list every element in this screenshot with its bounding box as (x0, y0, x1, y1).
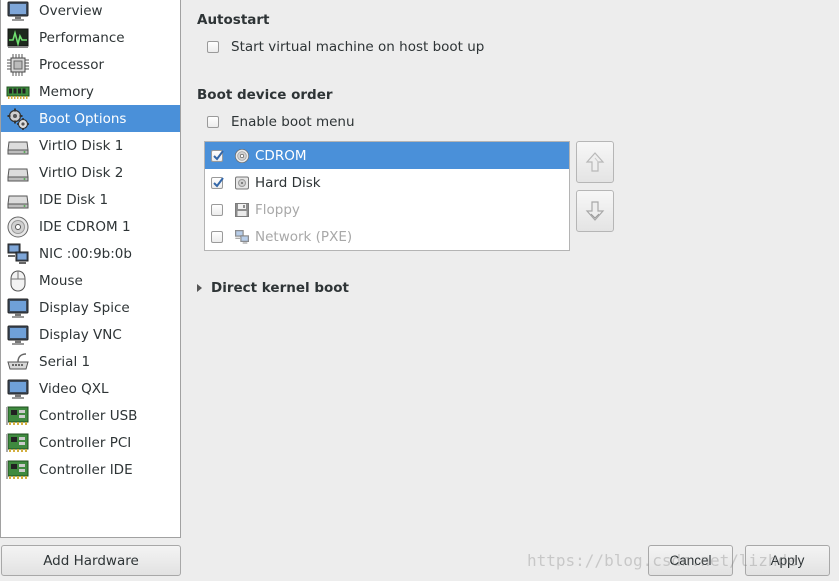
sidebar-item[interactable]: IDE Disk 1 (1, 186, 180, 213)
floppy-icon (234, 202, 250, 218)
sidebar-item[interactable]: Boot Options (1, 105, 180, 132)
controller-icon (6, 431, 30, 455)
monitor-icon (6, 296, 30, 320)
move-up-button[interactable] (576, 141, 614, 183)
cdrom-icon (6, 215, 30, 239)
mouse-icon (6, 269, 30, 293)
disk-icon (6, 161, 30, 185)
sidebar-item-label: IDE CDROM 1 (39, 218, 131, 235)
cancel-button[interactable]: Cancel (648, 545, 733, 576)
boot-device-checkbox[interactable] (211, 230, 223, 243)
sidebar-item-label: IDE Disk 1 (39, 191, 109, 208)
sidebar-item-label: Boot Options (39, 110, 127, 127)
processor-icon (6, 53, 30, 77)
arrow-up-icon (585, 152, 605, 172)
cdrom-icon (234, 148, 250, 164)
controller-icon (6, 404, 30, 428)
disk-icon (6, 134, 30, 158)
network-icon (6, 242, 30, 266)
sidebar-item[interactable]: IDE CDROM 1 (1, 213, 180, 240)
boot-options-icon (6, 107, 30, 131)
move-down-button[interactable] (576, 190, 614, 232)
disk-icon (6, 188, 30, 212)
sidebar-item[interactable]: NIC :00:9b:0b (1, 240, 180, 267)
autostart-heading: Autostart (197, 12, 270, 28)
network-icon (234, 229, 250, 245)
sidebar-item[interactable]: Controller PCI (1, 429, 180, 456)
arrow-down-icon (585, 201, 605, 221)
sidebar-item-label: VirtIO Disk 2 (39, 164, 124, 181)
boot-device-label: Network (PXE) (255, 228, 353, 245)
overview-icon (6, 0, 30, 23)
boot-device-label: Floppy (255, 201, 300, 218)
sidebar-item[interactable]: Video QXL (1, 375, 180, 402)
sidebar-item-label: Serial 1 (39, 353, 91, 370)
hard-disk-icon (234, 175, 250, 191)
sidebar-item-label: Performance (39, 29, 125, 46)
sidebar-item[interactable]: Performance (1, 24, 180, 51)
boot-device-checkbox[interactable] (211, 203, 223, 216)
autostart-checkbox-label: Start virtual machine on host boot up (231, 39, 485, 55)
sidebar-item-label: Controller USB (39, 407, 138, 424)
boot-device-row[interactable]: CDROM (205, 142, 569, 169)
sidebar-item[interactable]: Processor (1, 51, 180, 78)
sidebar-item-label: Display Spice (39, 299, 130, 316)
boot-device-row[interactable]: Floppy (205, 196, 569, 223)
sidebar-item[interactable]: Mouse (1, 267, 180, 294)
sidebar-item-label: Memory (39, 83, 94, 100)
controller-icon (6, 458, 30, 482)
boot-order-heading: Boot device order (197, 87, 333, 103)
boot-device-label: Hard Disk (255, 174, 321, 191)
sidebar-item[interactable]: VirtIO Disk 2 (1, 159, 180, 186)
sidebar-item-label: NIC :00:9b:0b (39, 245, 132, 262)
sidebar-item[interactable]: Overview (1, 0, 180, 24)
sidebar-item-label: Overview (39, 2, 103, 19)
boot-device-list: CDROM Hard Disk Floppy Network (PXE) (204, 141, 570, 251)
boot-device-checkbox[interactable] (211, 149, 224, 162)
sidebar-item[interactable]: VirtIO Disk 1 (1, 132, 180, 159)
enable-boot-menu-row[interactable]: Enable boot menu (207, 114, 355, 130)
enable-boot-menu-checkbox[interactable] (207, 116, 219, 128)
direct-kernel-boot-expander[interactable]: Direct kernel boot (197, 280, 349, 296)
sidebar-item[interactable]: Display VNC (1, 321, 180, 348)
performance-icon (6, 26, 30, 50)
autostart-checkbox[interactable] (207, 41, 219, 53)
sidebar-item-label: VirtIO Disk 1 (39, 137, 124, 154)
monitor-icon (6, 377, 30, 401)
sidebar-item[interactable]: Controller USB (1, 402, 180, 429)
direct-kernel-boot-label: Direct kernel boot (211, 280, 349, 296)
sidebar-item-label: Video QXL (39, 380, 109, 397)
enable-boot-menu-label: Enable boot menu (231, 114, 355, 130)
boot-device-row[interactable]: Hard Disk (205, 169, 569, 196)
sidebar-item-label: Processor (39, 56, 105, 73)
sidebar-item-label: Mouse (39, 272, 83, 289)
sidebar-item-label: Display VNC (39, 326, 122, 343)
hardware-list: Overview Performance Processor Memory Boot O… (0, 0, 181, 538)
memory-icon (6, 80, 30, 104)
sidebar-item[interactable]: Display Spice (1, 294, 180, 321)
boot-device-row[interactable]: Network (PXE) (205, 223, 569, 250)
sidebar-item[interactable]: Serial 1 (1, 348, 180, 375)
sidebar-item-label: Controller PCI (39, 434, 132, 451)
sidebar-item[interactable]: Memory (1, 78, 180, 105)
boot-device-label: CDROM (255, 147, 307, 164)
monitor-icon (6, 323, 30, 347)
expander-arrow-icon (197, 284, 202, 292)
sidebar-item[interactable]: Controller IDE (1, 456, 180, 483)
apply-button[interactable]: Apply (745, 545, 830, 576)
serial-icon (6, 350, 30, 374)
autostart-checkbox-row[interactable]: Start virtual machine on host boot up (207, 39, 484, 55)
add-hardware-button[interactable]: Add Hardware (1, 545, 181, 576)
boot-device-checkbox[interactable] (211, 176, 224, 189)
sidebar-item-label: Controller IDE (39, 461, 133, 478)
